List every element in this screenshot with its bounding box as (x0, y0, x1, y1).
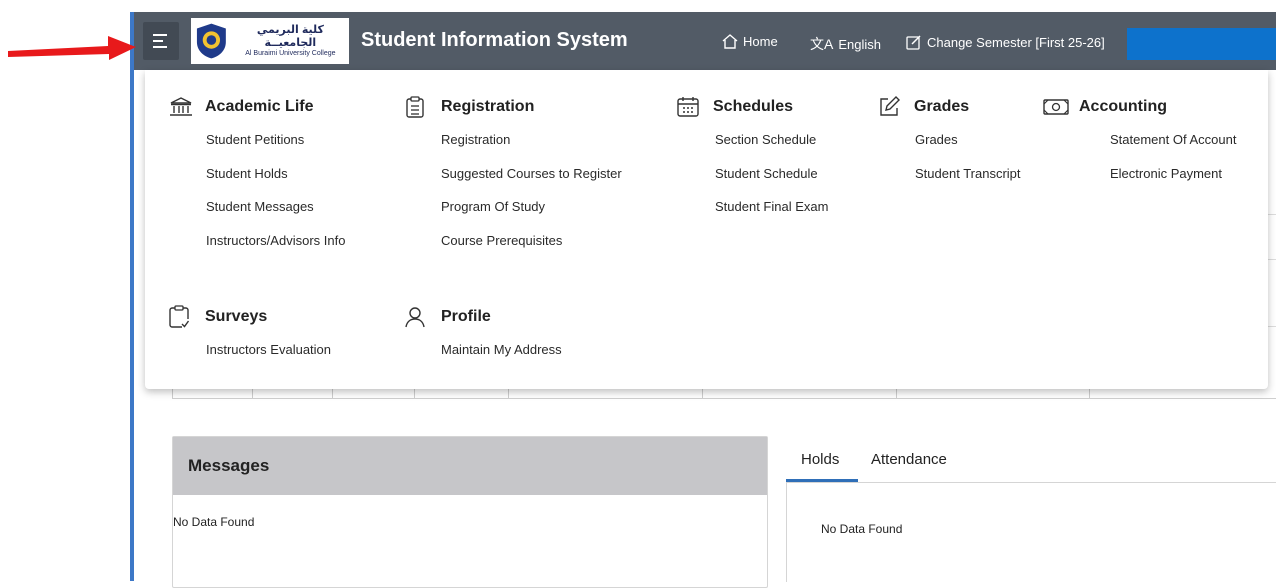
menu-toggle-button[interactable] (143, 22, 179, 60)
menu-group-title: Registration (441, 98, 535, 115)
tab-attendance[interactable]: Attendance (871, 451, 947, 468)
menu-item-student-petitions[interactable]: Student Petitions (206, 131, 345, 165)
menu-item-student-messages[interactable]: Student Messages (206, 198, 345, 232)
menu-item-student-schedule[interactable]: Student Schedule (715, 165, 828, 199)
menu-group-academic-life: Academic Life Student Petitions Student … (169, 95, 345, 265)
menu-item-grades[interactable]: Grades (915, 131, 1021, 165)
messages-empty-text: No Data Found (173, 515, 255, 529)
menu-item-student-holds[interactable]: Student Holds (206, 165, 345, 199)
tab-holds[interactable]: Holds (801, 451, 839, 468)
window-frame-edge (130, 12, 134, 581)
messages-title: Messages (173, 437, 767, 495)
institution-icon (170, 97, 192, 116)
menu-group-accounting: Accounting Statement Of Account Electron… (1043, 95, 1236, 198)
holds-empty-text: No Data Found (821, 522, 903, 536)
edit-icon (906, 35, 921, 50)
holds-panel: No Data Found (786, 482, 1276, 582)
menu-group-title: Accounting (1079, 98, 1167, 115)
money-icon (1043, 99, 1069, 115)
menu-group-schedules: Schedules Section Schedule Student Sched… (677, 95, 828, 232)
menu-group-profile: Profile Maintain My Address (405, 305, 562, 375)
menu-item-section-schedule[interactable]: Section Schedule (715, 131, 828, 165)
edit-icon (880, 96, 900, 116)
menu-item-suggested-courses[interactable]: Suggested Courses to Register (441, 165, 622, 199)
app-title: Student Information System (361, 29, 628, 51)
menu-group-surveys: Surveys Instructors Evaluation (169, 305, 331, 375)
translate-icon: 文A (810, 36, 834, 52)
app-header: كلية البريمي الجامعيــة Al Buraimi Unive… (134, 12, 1276, 70)
hamburger-icon (153, 34, 167, 48)
change-semester-label: Change Semester [First 25-26] (927, 34, 1105, 50)
clipboard-check-icon (169, 305, 189, 328)
menu-item-registration[interactable]: Registration (441, 131, 622, 165)
menu-item-course-prerequisites[interactable]: Course Prerequisites (441, 232, 622, 266)
annotation-arrow-icon (8, 36, 136, 60)
menu-group-title: Schedules (713, 98, 794, 115)
language-label: English (838, 36, 881, 52)
menu-group-grades: Grades Grades Student Transcript (878, 95, 1021, 198)
logo-arabic-text: كلية البريمي الجامعيــة (256, 24, 324, 49)
messages-panel: Messages No Data Found (172, 436, 768, 588)
calendar-icon (677, 97, 699, 117)
menu-group-registration: Registration Registration Suggested Cour… (405, 95, 622, 265)
clipboard-list-icon (406, 96, 424, 118)
navigation-mega-menu: Academic Life Student Petitions Student … (145, 70, 1268, 389)
change-semester-link[interactable]: Change Semester [First 25-26] (906, 34, 1105, 50)
menu-item-student-final-exam[interactable]: Student Final Exam (715, 198, 828, 232)
college-logo[interactable]: كلية البريمي الجامعيــة Al Buraimi Unive… (191, 18, 349, 64)
menu-group-title: Surveys (205, 308, 268, 325)
menu-item-instructors-evaluation[interactable]: Instructors Evaluation (206, 341, 331, 375)
logo-english-text: Al Buraimi University College (245, 49, 336, 57)
home-icon (722, 34, 738, 49)
holds-attendance-tabs: Holds Attendance (786, 440, 1276, 483)
home-label: Home (743, 34, 778, 49)
menu-item-electronic-payment[interactable]: Electronic Payment (1110, 165, 1236, 199)
menu-group-title: Grades (914, 98, 970, 115)
menu-group-title: Profile (441, 308, 491, 325)
menu-group-title: Academic Life (205, 98, 314, 115)
menu-item-program-of-study[interactable]: Program Of Study (441, 198, 622, 232)
language-switch[interactable]: 文A English (810, 34, 881, 54)
user-icon (405, 307, 425, 328)
menu-item-student-transcript[interactable]: Student Transcript (915, 165, 1021, 199)
college-seal-icon (196, 23, 226, 59)
home-link[interactable]: Home (722, 34, 778, 49)
menu-item-instructors-advisors-info[interactable]: Instructors/Advisors Info (206, 232, 345, 266)
menu-item-maintain-my-address[interactable]: Maintain My Address (441, 341, 562, 375)
user-menu-button[interactable] (1127, 28, 1276, 60)
menu-item-statement-of-account[interactable]: Statement Of Account (1110, 131, 1236, 165)
